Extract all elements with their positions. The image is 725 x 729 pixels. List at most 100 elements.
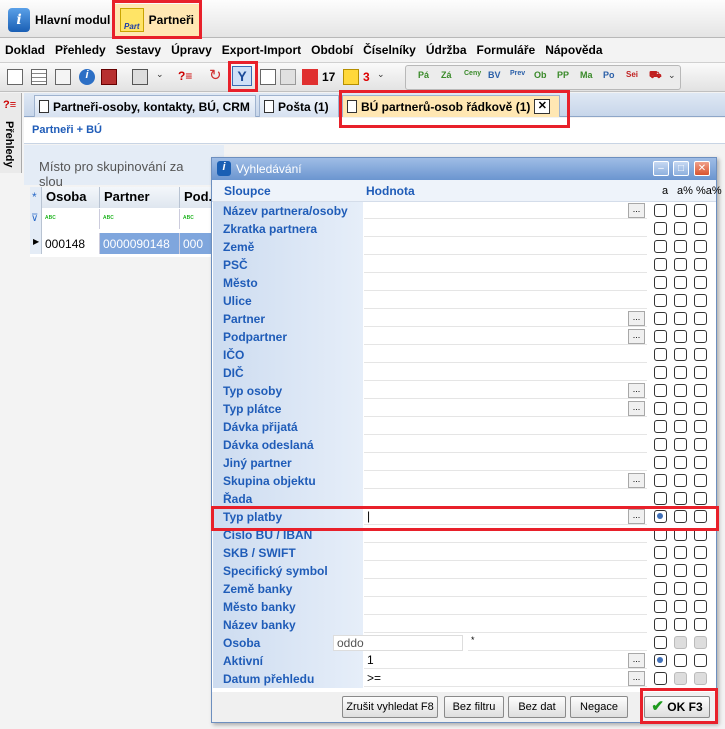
- cell-osoba[interactable]: 000148: [42, 233, 100, 254]
- match-contains-option[interactable]: [694, 672, 707, 685]
- match-exact-option[interactable]: [654, 294, 667, 307]
- match-contains-option[interactable]: [694, 420, 707, 433]
- match-contains-option[interactable]: [694, 222, 707, 235]
- match-exact-option[interactable]: [654, 582, 667, 595]
- field-value-input-to[interactable]: *: [468, 635, 647, 651]
- menu-sestavy[interactable]: Sestavy: [111, 43, 166, 57]
- match-contains-option[interactable]: [694, 528, 707, 541]
- dialog-titlebar[interactable]: i Vyhledávání – □ ✕: [212, 158, 716, 180]
- match-prefix-option[interactable]: [674, 438, 687, 451]
- match-exact-option[interactable]: [654, 474, 667, 487]
- match-exact-option[interactable]: [654, 258, 667, 271]
- module-ma-icon[interactable]: Ma: [580, 70, 596, 86]
- minimize-icon[interactable]: –: [653, 161, 669, 176]
- match-contains-option[interactable]: [694, 456, 707, 469]
- close-icon[interactable]: ✕: [694, 161, 710, 176]
- copy-icon[interactable]: [260, 69, 276, 85]
- module-truck-icon[interactable]: ⛟: [649, 70, 665, 86]
- new-document-icon[interactable]: [7, 69, 23, 85]
- close-icon[interactable]: ✕: [534, 99, 551, 114]
- field-value-input[interactable]: [364, 437, 647, 453]
- field-value-input[interactable]: 1: [364, 653, 647, 669]
- menu-upravy[interactable]: Úpravy: [166, 43, 217, 57]
- match-exact-option[interactable]: [654, 492, 667, 505]
- match-exact-option[interactable]: [654, 510, 667, 523]
- negation-button[interactable]: Negace: [570, 696, 628, 718]
- match-prefix-option[interactable]: [674, 348, 687, 361]
- match-prefix-option[interactable]: [674, 582, 687, 595]
- match-exact-option[interactable]: [654, 636, 667, 649]
- match-contains-option[interactable]: [694, 276, 707, 289]
- match-contains-option[interactable]: [694, 384, 707, 397]
- match-prefix-option[interactable]: [674, 366, 687, 379]
- ellipsis-button[interactable]: ...: [628, 383, 645, 398]
- filter-cell-osoba[interactable]: ᴀʙᴄ: [42, 209, 100, 229]
- match-contains-option[interactable]: [694, 564, 707, 577]
- mail-icon[interactable]: [343, 69, 359, 85]
- tree-icon[interactable]: [55, 69, 71, 85]
- match-prefix-option[interactable]: [674, 564, 687, 577]
- ellipsis-button[interactable]: ...: [628, 203, 645, 218]
- match-exact-option[interactable]: [654, 654, 667, 667]
- field-value-input[interactable]: [364, 311, 647, 327]
- filter-cell-partner[interactable]: ᴀʙᴄ: [100, 209, 180, 229]
- match-exact-option[interactable]: [654, 402, 667, 415]
- match-prefix-option[interactable]: [674, 420, 687, 433]
- match-prefix-option[interactable]: [674, 312, 687, 325]
- match-exact-option[interactable]: [654, 384, 667, 397]
- module-pa-icon[interactable]: Pá: [418, 70, 434, 86]
- ellipsis-button[interactable]: ...: [628, 329, 645, 344]
- match-contains-option[interactable]: [694, 204, 707, 217]
- match-prefix-option[interactable]: [674, 654, 687, 667]
- field-value-input[interactable]: [364, 257, 647, 273]
- match-contains-option[interactable]: [694, 330, 707, 343]
- match-prefix-option[interactable]: [674, 456, 687, 469]
- match-prefix-option[interactable]: [674, 636, 687, 649]
- no-data-button[interactable]: Bez dat: [508, 696, 566, 718]
- field-value-input[interactable]: [364, 563, 647, 579]
- match-exact-option[interactable]: [654, 348, 667, 361]
- match-prefix-option[interactable]: [674, 294, 687, 307]
- match-contains-option[interactable]: [694, 240, 707, 253]
- match-prefix-option[interactable]: [674, 492, 687, 505]
- print-icon[interactable]: [132, 69, 148, 85]
- module-po-icon[interactable]: Po: [603, 70, 619, 86]
- field-value-input[interactable]: [364, 239, 647, 255]
- module-pp-icon[interactable]: PP: [557, 70, 573, 86]
- ellipsis-button[interactable]: ...: [628, 509, 645, 524]
- menu-prehledy[interactable]: Přehledy: [50, 43, 111, 57]
- chevron-down-icon[interactable]: ⌄: [668, 70, 676, 86]
- match-exact-option[interactable]: [654, 672, 667, 685]
- menu-napoveda[interactable]: Nápověda: [540, 43, 607, 57]
- module-za-icon[interactable]: Zá: [441, 70, 457, 86]
- field-value-input[interactable]: [364, 401, 647, 417]
- field-value-input[interactable]: [364, 365, 647, 381]
- match-prefix-option[interactable]: [674, 402, 687, 415]
- match-contains-option[interactable]: [694, 582, 707, 595]
- no-filter-button[interactable]: Bez filtru: [444, 696, 504, 718]
- field-value-input[interactable]: [364, 383, 647, 399]
- doc-tab-partners[interactable]: Partneři-osoby, kontakty, BÚ, CRM: [34, 95, 256, 117]
- ellipsis-button[interactable]: ...: [628, 473, 645, 488]
- module-ceny-icon[interactable]: Ceny: [464, 70, 481, 86]
- side-panel[interactable]: ?≡ Přehledy: [0, 93, 22, 173]
- match-exact-option[interactable]: [654, 240, 667, 253]
- app-tab-partners[interactable]: Part Partneři: [114, 4, 200, 36]
- field-value-input[interactable]: [364, 545, 647, 561]
- field-value-input[interactable]: [364, 455, 647, 471]
- match-contains-option[interactable]: [694, 294, 707, 307]
- module-bv-icon[interactable]: BV: [488, 70, 504, 86]
- column-header-partner[interactable]: Partner: [100, 187, 180, 208]
- field-value-input[interactable]: oddo: [333, 635, 463, 651]
- match-exact-option[interactable]: [654, 546, 667, 559]
- menu-formulare[interactable]: Formuláře: [472, 43, 541, 57]
- menu-export-import[interactable]: Export-Import: [217, 43, 306, 57]
- column-header-osoba[interactable]: Osoba: [42, 187, 100, 208]
- match-exact-option[interactable]: [654, 528, 667, 541]
- doc-tab-bu-rows[interactable]: BÚ partnerů-osob řádkově (1) ✕: [342, 95, 560, 117]
- module-sei-icon[interactable]: Sei: [626, 70, 642, 86]
- field-value-input[interactable]: [364, 581, 647, 597]
- match-exact-option[interactable]: [654, 312, 667, 325]
- menu-obdobi[interactable]: Období: [306, 43, 358, 57]
- match-prefix-option[interactable]: [674, 528, 687, 541]
